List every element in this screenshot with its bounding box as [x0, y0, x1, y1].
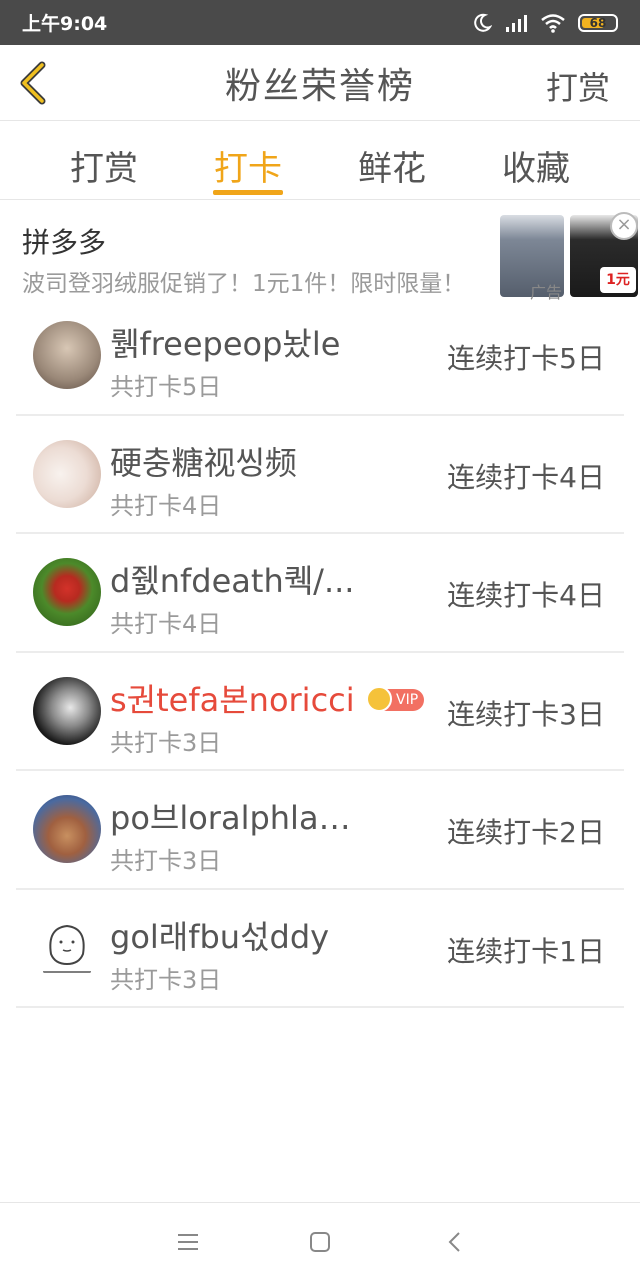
avatar[interactable] — [33, 439, 101, 508]
fan-total-checkins: 共打卡3日 — [110, 965, 222, 994]
avatar[interactable] — [33, 321, 101, 389]
list-item[interactable]: gol래fbu섟ddy 共打卡3日 连续打卡1日 — [16, 890, 624, 1008]
reward-button[interactable]: 打赏 — [546, 63, 610, 109]
list-item[interactable]: s권tefa본noricci VIP 共打卡3日 连续打卡3日 — [16, 653, 624, 771]
vip-badge: VIP — [366, 685, 425, 712]
vip-label: VIP — [396, 691, 419, 708]
list-item[interactable]: 硬충糖视씽频 共打卡4日 连续打卡4日 — [16, 416, 624, 534]
chevron-left-icon — [20, 61, 46, 105]
signal-icon — [506, 14, 527, 32]
fan-streak: 连续打卡2日 — [447, 816, 605, 849]
ad-banner[interactable]: 拼多多 波司登羽绒服促销了！1元1件！限时限量！ 1元 广告 — [0, 201, 640, 302]
fan-name: s권tefa본noricci — [110, 680, 355, 719]
chevron-left-icon — [448, 1232, 460, 1252]
avatar[interactable] — [33, 558, 101, 626]
fan-streak: 连续打卡4日 — [447, 460, 605, 494]
tab-checkin[interactable]: 打卡 — [188, 141, 308, 190]
status-time: 上午9:04 — [22, 13, 108, 35]
fan-total-checkins: 共打卡4日 — [110, 491, 222, 520]
page-title: 粉丝荣誉榜 — [224, 65, 415, 107]
status-bar: 上午9:04 68 — [0, 0, 640, 45]
header: 粉丝荣誉榜 打赏 — [0, 45, 640, 121]
fan-name: 뤩freepeop놨le — [110, 325, 341, 363]
fan-name: po브loralphlau... — [110, 799, 360, 837]
moon-icon — [474, 13, 492, 32]
avatar[interactable] — [33, 913, 101, 982]
status-icons: 68 — [472, 13, 618, 33]
fan-name: gol래fbu섟ddy — [110, 917, 330, 956]
fan-streak: 连续打卡4日 — [447, 579, 605, 612]
battery-icon: 68 — [578, 13, 618, 32]
square-icon — [310, 1232, 330, 1252]
list-item[interactable]: po브loralphlau... 共打卡3日 连续打卡2日 — [16, 771, 624, 890]
fan-total-checkins: 共打卡5日 — [110, 373, 222, 401]
wifi-icon — [541, 13, 565, 33]
fan-streak: 连续打卡3日 — [447, 697, 605, 731]
avatar-sketch-icon — [43, 924, 91, 973]
home-button[interactable] — [307, 1229, 333, 1255]
fan-streak: 连续打卡1日 — [447, 934, 605, 968]
fan-list: 뤩freepeop놨le 共打卡5日 连续打卡5日 硬충糖视씽频 共打卡4日 连… — [0, 297, 640, 1008]
system-nav-bar — [0, 1202, 640, 1280]
menu-button[interactable] — [175, 1229, 201, 1255]
fan-total-checkins: 共打卡3日 — [110, 728, 222, 757]
fan-total-checkins: 共打卡3日 — [110, 847, 222, 875]
tab-favorites[interactable]: 收藏 — [476, 141, 596, 190]
ad-title: 拼多多 — [22, 226, 107, 259]
menu-icon — [178, 1234, 198, 1250]
fan-name: d쥀nfdeath퀙/... — [110, 562, 355, 600]
close-icon[interactable]: × — [610, 212, 638, 240]
avatar[interactable] — [33, 676, 101, 745]
battery-level: 68 — [589, 15, 607, 30]
tab-reward[interactable]: 打赏 — [44, 141, 164, 190]
tab-active-indicator — [213, 190, 283, 195]
fan-name: 硬충糖视씽频 — [110, 443, 297, 482]
avatar[interactable] — [33, 795, 101, 863]
fan-total-checkins: 共打卡4日 — [110, 610, 222, 638]
list-item[interactable]: 뤩freepeop놨le 共打卡5日 连续打卡5日 — [16, 297, 624, 416]
ad-description: 波司登羽绒服促销了！1元1件！限时限量！ — [22, 271, 466, 297]
back-nav-button[interactable] — [442, 1229, 468, 1255]
fan-streak: 连续打卡5日 — [447, 342, 605, 375]
crown-icon — [366, 685, 392, 712]
ad-price-badge: 1元 — [600, 267, 636, 293]
tab-flowers[interactable]: 鲜花 — [332, 141, 452, 190]
list-item[interactable]: d쥀nfdeath퀙/... 共打卡4日 连续打卡4日 — [16, 534, 624, 653]
tab-bar: 打赏 打卡 鲜花 收藏 — [0, 121, 640, 200]
back-button[interactable] — [14, 61, 54, 105]
